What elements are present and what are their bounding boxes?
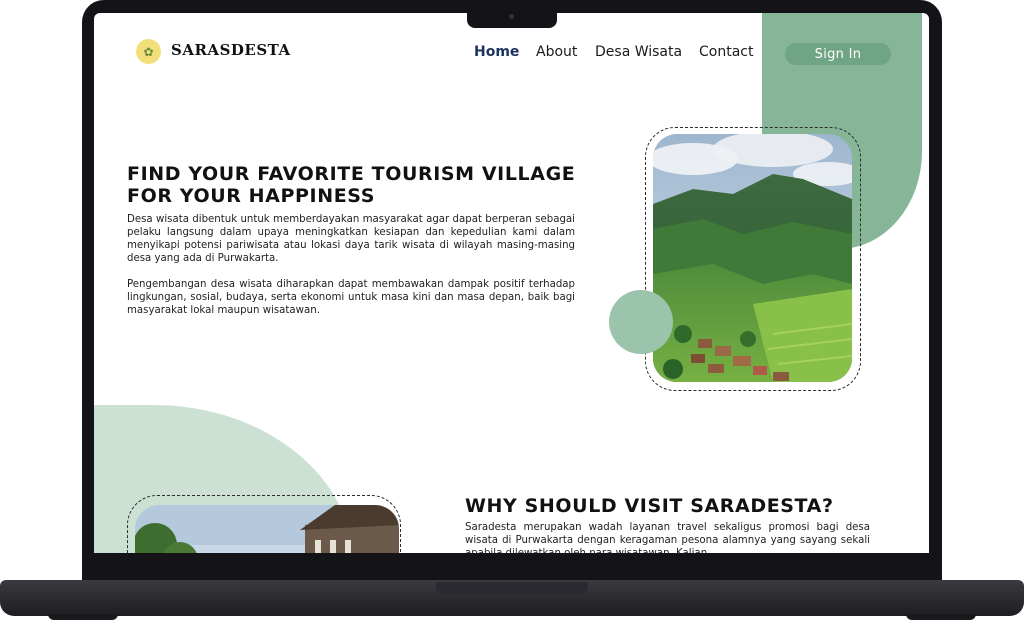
why-village-house-image — [135, 505, 399, 553]
camera-icon — [509, 14, 514, 19]
laptop-foot-left — [48, 614, 118, 620]
hero-paragraph-1: Desa wisata dibentuk untuk memberdayakan… — [127, 214, 575, 264]
laptop-foot-right — [906, 614, 976, 620]
laptop-hinge-notch — [436, 582, 588, 594]
nav-desa-wisata-link[interactable]: Desa Wisata — [595, 44, 682, 60]
why-section-title: WHY SHOULD VISIT SARADESTA? — [465, 495, 834, 517]
brand-name[interactable]: SARASDESTA — [171, 41, 291, 59]
camera-notch — [467, 10, 557, 28]
nav-contact-link[interactable]: Contact — [699, 44, 753, 60]
nav-home-link[interactable]: Home — [474, 44, 519, 60]
decorative-circle — [609, 290, 673, 354]
village-logo-icon[interactable]: ✿ — [136, 39, 161, 64]
website-screen: ✿ SARASDESTA Home About Desa Wisata Cont… — [94, 13, 929, 553]
hero-title: FIND YOUR FAVORITE TOURISM VILLAGE FOR Y… — [127, 163, 576, 207]
hero-paragraph-2: Pengembangan desa wisata diharapkan dapa… — [127, 279, 575, 316]
sign-in-button[interactable]: Sign In — [785, 43, 891, 65]
why-section-paragraph: Saradesta merupakan wadah layanan travel… — [465, 522, 870, 553]
nav-about-link[interactable]: About — [536, 44, 577, 60]
hero-village-landscape-image — [653, 134, 852, 382]
